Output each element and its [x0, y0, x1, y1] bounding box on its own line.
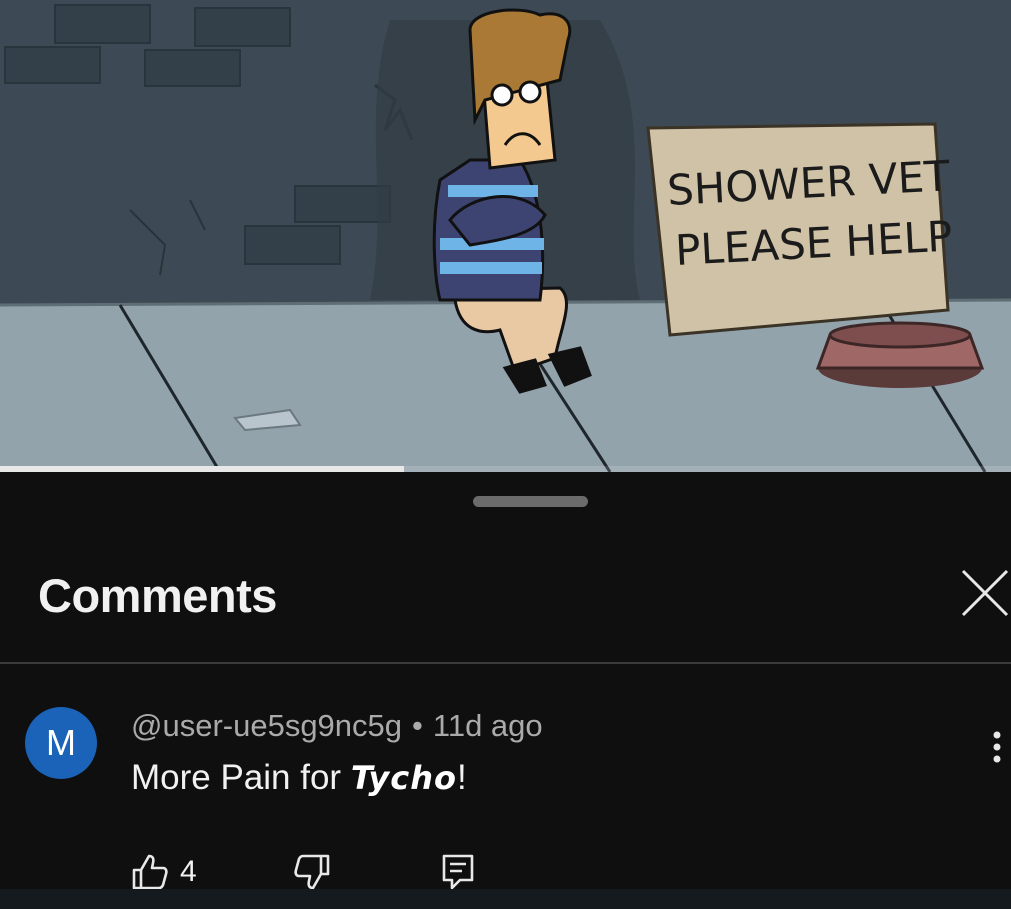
reply-icon — [442, 854, 474, 890]
panel-title: Comments — [38, 569, 277, 622]
cardboard-sign: SHOWER VET PLEASE HELP — [646, 122, 954, 337]
comment-text-prefix: More Pain for — [131, 758, 342, 797]
more-options-button[interactable] — [983, 717, 1011, 777]
comment-item: M @user-ue5sg9nc5g • 11d ago More Pain for… — [0, 677, 1011, 909]
close-icon — [961, 569, 1009, 617]
comments-panel: Comments M @user-ue5sg9nc5g • 11d ago More… — [0, 472, 1011, 909]
comment-time: 11d ago — [432, 708, 543, 743]
dog-bowl — [815, 321, 985, 388]
avatar-letter: M — [46, 722, 76, 763]
like-button[interactable]: 4 — [130, 852, 197, 892]
comment-text-handwritten: Tycho — [350, 759, 457, 797]
close-button[interactable] — [960, 566, 1010, 620]
drag-handle[interactable] — [473, 496, 588, 507]
comment-text: More Pain for Tycho! — [131, 758, 467, 798]
comment-username[interactable]: @user-ue5sg9nc5g — [131, 708, 402, 743]
bottom-bar — [0, 889, 1011, 909]
meta-separator: • — [412, 708, 423, 743]
more-vertical-icon — [993, 731, 1001, 763]
video-player[interactable]: SHOWER VET PLEASE HELP — [0, 0, 1011, 472]
comment-text-suffix: ! — [456, 758, 467, 797]
video-scene: SHOWER VET PLEASE HELP — [0, 0, 1011, 472]
divider — [0, 662, 1011, 664]
like-count: 4 — [180, 855, 197, 888]
thumbs-up-icon — [132, 854, 168, 890]
thumbs-down-icon — [294, 854, 330, 890]
comment-meta: @user-ue5sg9nc5g • 11d ago — [131, 708, 543, 744]
avatar[interactable]: M — [25, 707, 97, 779]
